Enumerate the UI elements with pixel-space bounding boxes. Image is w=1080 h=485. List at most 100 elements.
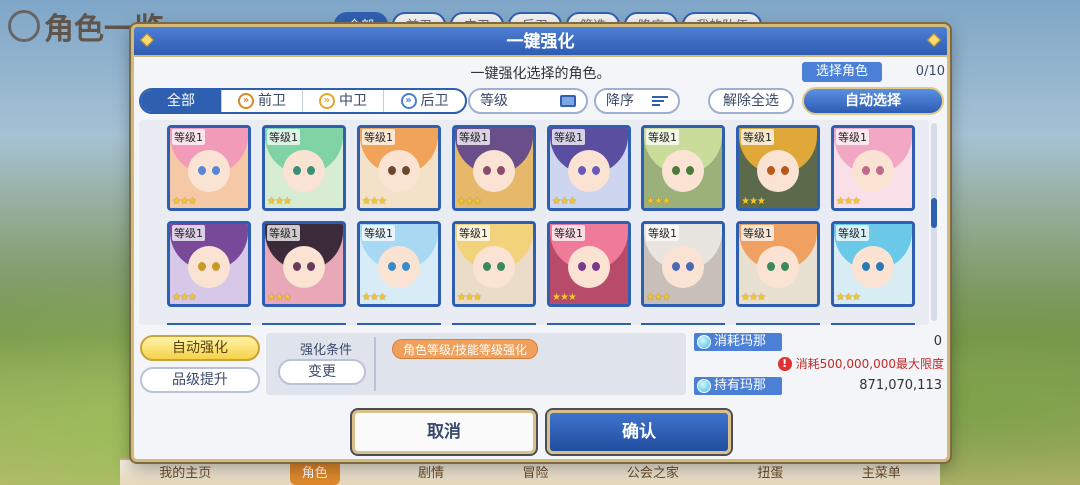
character-card[interactable]: 等级1 ★★★ — [641, 125, 725, 211]
mana-owned-label: 持有玛那 — [694, 377, 782, 395]
character-card[interactable]: 等级1 ★★★ — [736, 221, 820, 307]
clear-all-button[interactable]: 解除全选 — [708, 88, 794, 114]
bg-nav-item: 扭蛋 — [757, 466, 784, 481]
star-rating-icon: ★★★ — [362, 196, 387, 207]
star-rating-icon: ★★★ — [362, 292, 387, 303]
star-rating-icon: ★★★ — [457, 292, 482, 303]
character-card[interactable]: 等级1 ★★★ — [547, 125, 631, 211]
character-card[interactable]: 等级1 ★★★ — [262, 125, 346, 211]
character-card[interactable]: 等级1 ★★★ — [547, 221, 631, 307]
bg-nav-item: 主菜单 — [861, 466, 901, 481]
mana-warning: ! 消耗500,000,000最大限度 — [774, 355, 944, 372]
auto-enhance-toggle[interactable]: 自动强化 — [140, 335, 260, 361]
character-level: 等级1 — [646, 225, 679, 241]
gem-icon — [926, 32, 942, 48]
character-card-partial — [357, 323, 441, 325]
character-card[interactable]: 等级1 ★★★ — [831, 221, 915, 307]
character-card-partial — [167, 323, 251, 325]
condition-label: 强化条件 — [299, 343, 352, 358]
star-rating-icon: ★★★ — [646, 196, 671, 207]
quick-enhance-dialog: 一键强化 一键强化选择的角色。 选择角色 0/10 全部 » 前卫 » 中卫 »… — [131, 24, 950, 462]
character-level: 等级1 — [267, 225, 300, 241]
character-level: 等级1 — [646, 129, 679, 145]
auto-select-button[interactable]: 自动选择 — [802, 87, 944, 115]
character-card[interactable]: 等级1 ★★★ — [831, 125, 915, 211]
tab-rearguard[interactable]: » 后卫 — [384, 90, 465, 112]
sort-order-button[interactable]: 降序 — [594, 88, 680, 114]
star-rating-icon: ★★★ — [836, 196, 861, 207]
character-card-partial — [736, 323, 820, 325]
star-rating-icon: ★★★ — [836, 292, 861, 303]
scrollbar-thumb[interactable] — [931, 198, 937, 228]
cancel-button[interactable]: 取消 — [352, 410, 536, 454]
character-level: 等级1 — [457, 129, 490, 145]
character-card[interactable]: 等级1 ★★★ — [357, 221, 441, 307]
star-rating-icon: ★★★ — [172, 292, 197, 303]
mana-coin-icon — [697, 379, 711, 393]
character-level: 等级1 — [172, 129, 205, 145]
character-level: 等级1 — [741, 225, 774, 241]
bg-nav-item: 冒险 — [522, 466, 549, 481]
selected-count: 0/10 — [915, 64, 945, 79]
bg-nav-item: 我的主页 — [159, 466, 212, 481]
sort-window-icon — [560, 95, 576, 107]
character-card[interactable]: 等级1 ★★★ — [167, 125, 251, 211]
warning-icon: ! — [777, 356, 792, 371]
character-level: 等级1 — [741, 129, 774, 145]
rank-up-toggle[interactable]: 品级提升 — [140, 367, 260, 393]
sort-level-button[interactable]: 等级 — [468, 88, 588, 114]
character-level: 等级1 — [267, 129, 300, 145]
star-rating-icon: ★★★ — [172, 196, 197, 207]
midguard-icon: » — [319, 93, 335, 109]
mana-cost-value: 0 — [933, 334, 942, 349]
vanguard-icon: » — [238, 93, 254, 109]
star-rating-icon: ★★★ — [267, 292, 292, 303]
tab-all[interactable]: 全部 — [141, 90, 222, 112]
bg-nav-item: 剧情 — [418, 466, 445, 481]
character-card[interactable]: 等级1 ★★★ — [167, 221, 251, 307]
character-card[interactable]: 等级1 ★★★ — [641, 221, 725, 307]
character-card-partial — [831, 323, 915, 325]
character-grid: 等级1 ★★★ 等级1 ★★★ 等级1 ★★★ 等级1 ★★★ 等级1 ★★★ 等级1 ★★★ 等级1 ★… — [139, 120, 929, 325]
character-level: 等级1 — [836, 129, 869, 145]
character-card-partial — [262, 323, 346, 325]
character-level: 等级1 — [552, 225, 585, 241]
character-level: 等级1 — [457, 225, 490, 241]
divider — [374, 337, 376, 391]
enhance-condition-panel: 强化条件 变更 角色等级/技能等级强化 — [266, 333, 686, 395]
swirl-icon — [8, 10, 40, 42]
star-rating-icon: ★★★ — [267, 196, 292, 207]
star-rating-icon: ★★★ — [552, 292, 577, 303]
character-level: 等级1 — [552, 129, 585, 145]
character-card[interactable]: 等级1 ★★★ — [736, 125, 820, 211]
character-level: 等级1 — [362, 129, 395, 145]
star-rating-icon: ★★★ — [457, 196, 482, 207]
tab-midguard[interactable]: » 中卫 — [303, 90, 384, 112]
character-card[interactable]: 等级1 ★★★ — [262, 221, 346, 307]
character-card[interactable]: 等级1 ★★★ — [357, 125, 441, 211]
character-level: 等级1 — [172, 225, 205, 241]
selected-label: 选择角色 — [802, 62, 882, 82]
character-card[interactable]: 等级1 ★★★ — [452, 125, 536, 211]
character-card-partial — [641, 323, 725, 325]
change-condition-button[interactable]: 变更 — [278, 359, 366, 385]
mana-owned-value: 871,070,113 — [859, 378, 942, 393]
background-bottom-nav: 我的主页 角色 剧情 冒险 公会之家 扭蛋 主菜单 — [120, 458, 940, 485]
character-card-partial — [452, 323, 536, 325]
bg-nav-item: 公会之家 — [626, 466, 679, 481]
star-rating-icon: ★★★ — [741, 196, 766, 207]
gem-icon — [139, 32, 155, 48]
character-card-partial — [547, 323, 631, 325]
star-rating-icon: ★★★ — [646, 292, 671, 303]
position-filter-tabs: 全部 » 前卫 » 中卫 » 后卫 — [139, 88, 467, 114]
bg-nav-item: 角色 — [289, 460, 340, 485]
grid-scrollbar[interactable] — [931, 123, 937, 321]
character-card[interactable]: 等级1 ★★★ — [452, 221, 536, 307]
character-level: 等级1 — [836, 225, 869, 241]
confirm-button[interactable]: 确认 — [547, 410, 731, 454]
character-level: 等级1 — [362, 225, 395, 241]
descending-icon — [652, 96, 668, 106]
tab-vanguard[interactable]: » 前卫 — [222, 90, 303, 112]
rearguard-icon: » — [400, 93, 417, 109]
dialog-header: 一键强化 — [134, 27, 947, 57]
